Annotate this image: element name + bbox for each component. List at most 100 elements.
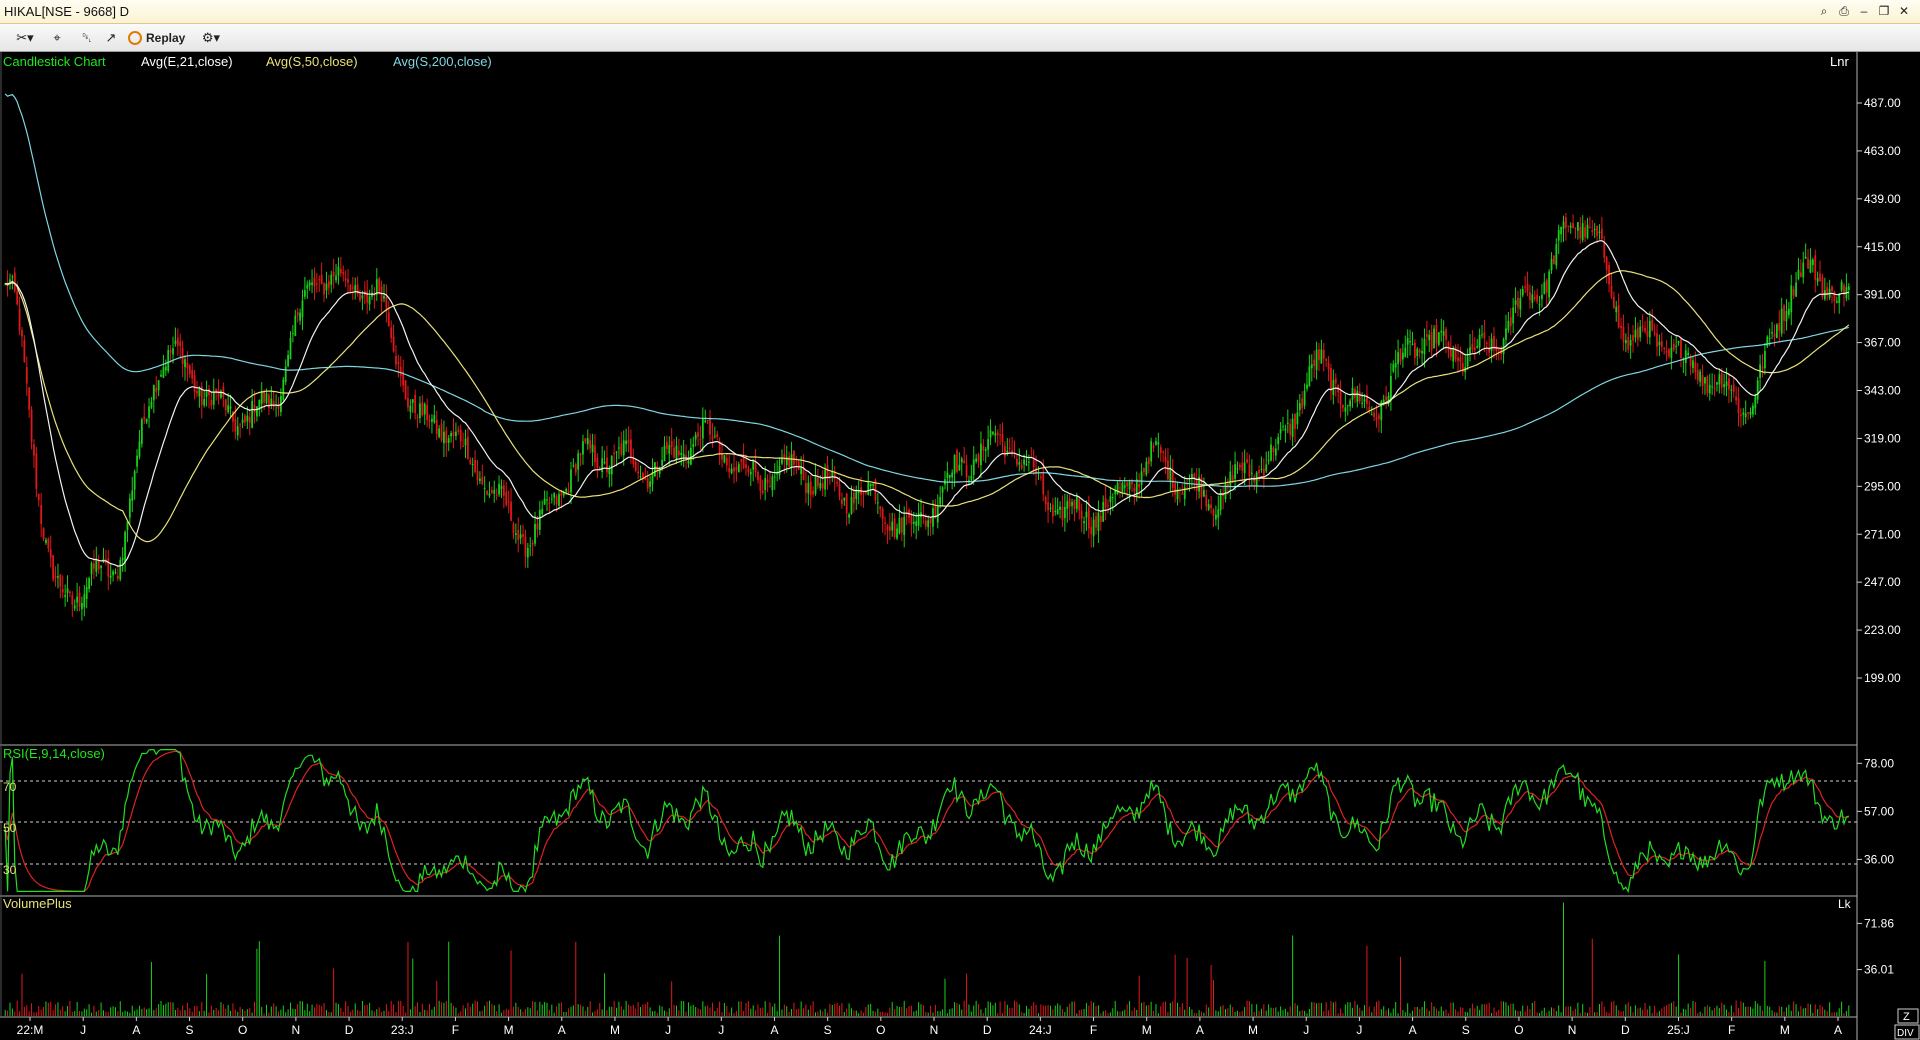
candle-body xyxy=(510,501,512,522)
candle-body xyxy=(1533,297,1536,299)
candle-body xyxy=(1119,487,1121,489)
candle-body xyxy=(1773,333,1776,337)
candle-body xyxy=(1397,352,1399,364)
minimize-icon[interactable]: – xyxy=(1856,3,1872,19)
print-icon[interactable]: ⎙ xyxy=(1836,3,1852,19)
sma50-legend[interactable]: Avg(S,50,close) xyxy=(266,54,358,69)
candle-body xyxy=(1509,316,1512,327)
candle-body xyxy=(128,498,131,518)
candle-body xyxy=(881,508,884,520)
candle-body xyxy=(1107,505,1109,507)
candle-body xyxy=(1517,297,1519,308)
draw-tools-icon[interactable]: ✂▾ xyxy=(10,28,40,48)
candle-body xyxy=(107,558,110,577)
candle-body xyxy=(649,481,651,487)
candle-body xyxy=(411,399,414,403)
candle-body xyxy=(927,520,930,528)
candle-body xyxy=(644,478,647,480)
candle-body xyxy=(1737,397,1740,414)
close-icon[interactable]: ✕ xyxy=(1896,3,1912,19)
candle-body xyxy=(1819,273,1821,282)
candle-body xyxy=(1545,279,1548,293)
candle-body xyxy=(1339,391,1342,405)
candle-body xyxy=(1454,346,1457,360)
candle-body xyxy=(1778,323,1781,331)
candle-body xyxy=(1761,366,1764,369)
time-tick-label: D xyxy=(1621,1023,1630,1037)
candle-body xyxy=(1291,418,1294,437)
price-tick-label: 247.00 xyxy=(1864,575,1901,589)
rsi-label[interactable]: RSI(E,9,14,close) xyxy=(3,746,105,761)
candle-body xyxy=(548,502,551,504)
candle-body xyxy=(1332,380,1335,395)
candle-body xyxy=(1497,349,1500,351)
candle-body xyxy=(996,432,999,436)
candle-body xyxy=(28,387,31,410)
candle-body xyxy=(1752,405,1754,415)
candle-body xyxy=(1665,350,1668,353)
candle-body xyxy=(1075,496,1078,509)
candle-body xyxy=(857,491,860,494)
candle-body xyxy=(1286,422,1289,424)
candle-body xyxy=(747,468,750,473)
candle-body xyxy=(131,490,134,501)
candle-body xyxy=(330,274,333,285)
candle-body xyxy=(692,444,695,448)
delete-icon[interactable]: ␡ xyxy=(76,28,98,48)
chart-type-label[interactable]: Candlestick Chart xyxy=(3,54,106,69)
candle-body xyxy=(1313,359,1316,367)
candle-body xyxy=(73,605,76,609)
candle-body xyxy=(582,441,584,455)
time-tick-label: D xyxy=(345,1023,354,1037)
candle-body xyxy=(366,291,369,303)
candle-body xyxy=(383,296,385,299)
candle-body xyxy=(795,461,798,463)
candle-body xyxy=(970,475,973,480)
candle-body xyxy=(1301,398,1304,409)
sma200-legend[interactable]: Avg(S,200,close) xyxy=(393,54,492,69)
candle-body xyxy=(1699,371,1702,382)
candle-body xyxy=(876,502,879,504)
candle-body xyxy=(1677,341,1680,343)
candle-body xyxy=(145,418,148,423)
candle-body xyxy=(124,531,126,563)
candle-body xyxy=(35,453,38,489)
volume-label[interactable]: VolumePlus xyxy=(3,896,72,911)
candle-body xyxy=(721,454,723,460)
candle-body xyxy=(546,499,548,501)
candle-body xyxy=(481,477,484,485)
replay-button[interactable]: Replay xyxy=(128,28,190,48)
candle-body xyxy=(1087,507,1090,529)
candle-body xyxy=(54,575,57,578)
ema21-legend[interactable]: Avg(E,21,close) xyxy=(141,54,233,69)
candle-body xyxy=(1507,320,1510,330)
candle-body xyxy=(519,534,522,539)
candle-body xyxy=(929,517,932,524)
scale-mode-label[interactable]: Lnr xyxy=(1830,54,1849,69)
search-icon[interactable]: ⌕ xyxy=(1816,3,1832,19)
candle-body xyxy=(1548,271,1551,298)
candle-body xyxy=(951,472,954,478)
candle-body xyxy=(1246,459,1248,463)
candle-body xyxy=(939,496,942,505)
candle-body xyxy=(1670,347,1673,358)
candle-body xyxy=(1234,464,1236,479)
candle-body xyxy=(1658,341,1661,346)
candle-body xyxy=(1214,514,1217,520)
time-tick-label: A xyxy=(132,1023,140,1037)
candle-body xyxy=(1430,331,1433,351)
zoom-label: Z xyxy=(1903,1011,1910,1023)
candle-body xyxy=(248,416,251,423)
candle-body xyxy=(1354,389,1356,398)
candle-body xyxy=(594,445,596,463)
chart-area[interactable]: Candlestick Chart Avg(E,21,close) Avg(S,… xyxy=(0,52,1920,1040)
candle-body xyxy=(1344,407,1347,412)
candle-body xyxy=(884,522,886,524)
candle-body xyxy=(160,374,162,377)
crosshair-icon[interactable]: ⌖ xyxy=(46,28,68,48)
indicator-chart-icon[interactable]: ↗ xyxy=(100,28,122,48)
candle-body xyxy=(47,539,50,549)
candle-body xyxy=(620,443,623,455)
restore-icon[interactable]: ❐ xyxy=(1876,3,1892,19)
settings-gear-icon[interactable]: ⚙▾ xyxy=(196,28,226,48)
